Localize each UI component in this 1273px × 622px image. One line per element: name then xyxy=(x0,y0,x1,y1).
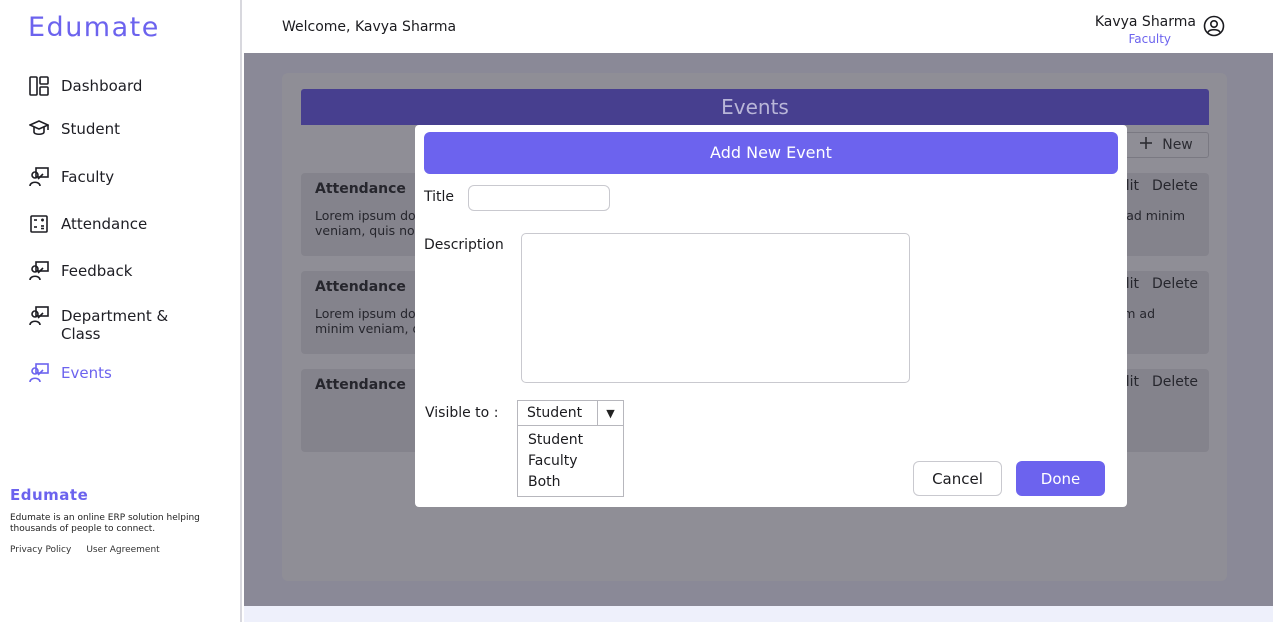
sidebar-item-label: Faculty xyxy=(61,168,115,186)
plus-icon xyxy=(1140,137,1153,153)
event-title: Attendance xyxy=(315,377,406,393)
sidebar-item-attendance[interactable]: Attendance xyxy=(28,213,147,235)
delete-button[interactable]: Delete xyxy=(1152,178,1198,194)
modal-title: Add New Event xyxy=(424,132,1118,174)
description-input[interactable] xyxy=(521,233,910,383)
event-title: Attendance xyxy=(315,279,406,295)
dashboard-icon xyxy=(28,75,50,97)
footer-links: Privacy Policy User Agreement xyxy=(10,545,160,555)
graduation-cap-icon xyxy=(28,118,50,140)
sidebar-item-label: Department & Class xyxy=(61,307,169,343)
option-faculty[interactable]: Faculty xyxy=(518,451,623,472)
sidebar-item-events[interactable]: Events xyxy=(28,362,112,384)
sidebar-item-label: Attendance xyxy=(61,215,148,233)
new-label: New xyxy=(1162,137,1193,153)
brand-logo[interactable]: Edumate xyxy=(28,12,160,43)
sidebar-item-dashboard[interactable]: Dashboard xyxy=(28,75,142,97)
teacher-icon xyxy=(28,260,50,282)
event-title: Attendance xyxy=(315,181,406,197)
calculator-icon xyxy=(28,213,50,235)
top-header: Welcome, Kavya Sharma Kavya Sharma Facul… xyxy=(244,0,1273,53)
teacher-icon xyxy=(28,305,50,327)
selected-value: Student xyxy=(527,405,583,421)
footer-brand: Edumate xyxy=(10,486,89,504)
events-header: Events xyxy=(301,89,1209,125)
welcome-text: Welcome, Kavya Sharma xyxy=(282,19,457,35)
delete-button[interactable]: Delete xyxy=(1152,276,1198,292)
edit-button[interactable]: lit xyxy=(1126,374,1139,390)
edit-button[interactable]: lit xyxy=(1126,178,1139,194)
description-label: Description xyxy=(424,237,504,253)
sidebar-item-student[interactable]: Student xyxy=(28,118,120,140)
new-event-button[interactable]: New xyxy=(1124,132,1209,158)
bottom-strip xyxy=(244,606,1273,622)
sidebar: Edumate Dashboard Student Faculty Attend… xyxy=(0,0,242,622)
visible-to-options: Student Faculty Both xyxy=(517,426,624,497)
cancel-button[interactable]: Cancel xyxy=(913,461,1002,496)
edit-button[interactable]: lit xyxy=(1126,276,1139,292)
sidebar-item-feedback[interactable]: Feedback xyxy=(28,260,132,282)
sidebar-item-label: Feedback xyxy=(61,262,133,280)
visible-to-label: Visible to : xyxy=(425,405,499,421)
option-both[interactable]: Both xyxy=(518,472,623,493)
title-input[interactable] xyxy=(468,185,610,211)
teacher-icon xyxy=(28,166,50,188)
user-role: Faculty xyxy=(1128,32,1172,46)
user-agreement-link[interactable]: User Agreement xyxy=(86,545,159,555)
add-event-modal: Add New Event Title Description Visible … xyxy=(415,125,1127,507)
user-avatar-icon[interactable] xyxy=(1203,15,1225,37)
dropdown-arrow-icon[interactable]: ▼ xyxy=(597,401,623,425)
delete-button[interactable]: Delete xyxy=(1152,374,1198,390)
footer-description: Edumate is an online ERP solution helpin… xyxy=(10,513,200,534)
user-name: Kavya Sharma xyxy=(1094,14,1196,30)
sidebar-item-department-class[interactable]: Department & Class xyxy=(28,305,188,343)
done-button[interactable]: Done xyxy=(1016,461,1105,496)
sidebar-item-label: Student xyxy=(61,120,121,138)
title-label: Title xyxy=(424,189,455,205)
option-student[interactable]: Student xyxy=(518,430,623,451)
teacher-icon xyxy=(28,362,50,384)
sidebar-item-label: Events xyxy=(61,364,112,382)
privacy-policy-link[interactable]: Privacy Policy xyxy=(10,545,71,555)
sidebar-item-label: Dashboard xyxy=(61,77,143,95)
sidebar-item-faculty[interactable]: Faculty xyxy=(28,166,114,188)
visible-to-select[interactable]: Student ▼ xyxy=(517,400,624,426)
